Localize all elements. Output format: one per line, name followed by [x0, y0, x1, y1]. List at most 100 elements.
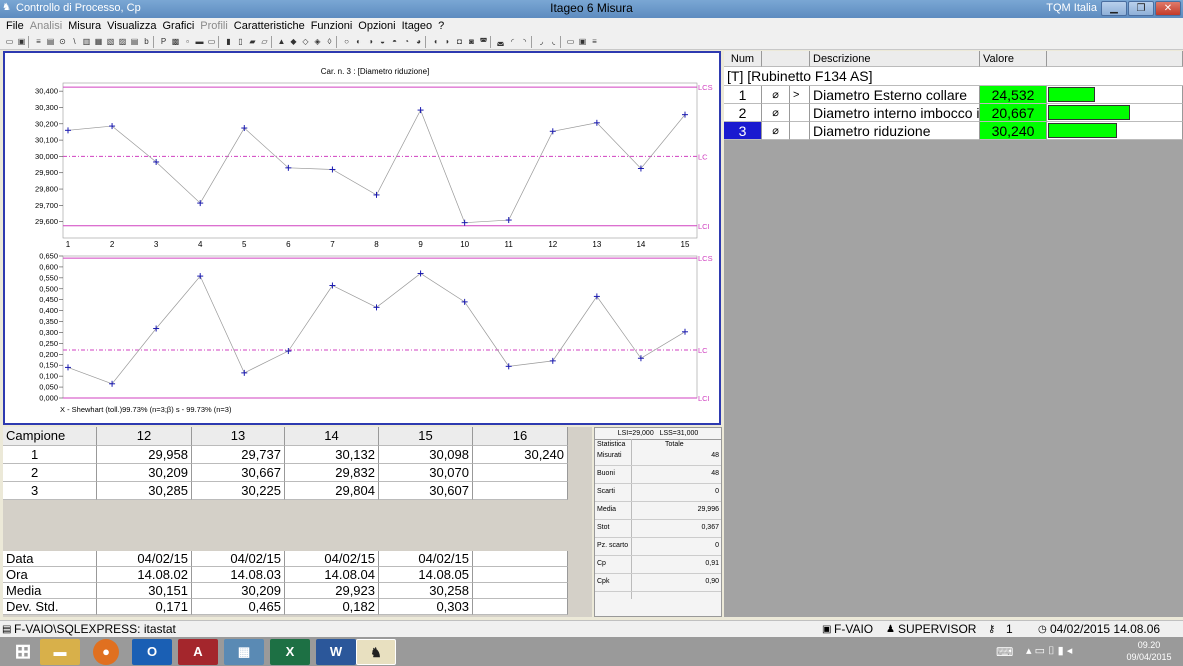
toolbar-icon-32[interactable]: ◔ [401, 36, 412, 47]
menu-opzioni[interactable]: Opzioni [358, 18, 395, 34]
grid-header-sample[interactable]: 12 [97, 427, 192, 446]
toolbar-icon-3[interactable]: ≡ [33, 36, 44, 47]
toolbar-icon-41[interactable]: ◝ [519, 36, 530, 47]
toolbar-icon-46[interactable]: ≡ [589, 36, 600, 47]
toolbar-icon-25[interactable]: ◈ [312, 36, 323, 47]
toolbar-icon-22[interactable]: ▲ [276, 36, 287, 47]
grid-cell[interactable]: 30,607 [379, 482, 473, 500]
toolbar-icon-30[interactable]: ◒ [377, 36, 388, 47]
outlook-icon[interactable]: O [132, 639, 172, 665]
menu-analisi[interactable]: Analisi [30, 18, 62, 34]
close-button[interactable]: ✕ [1155, 1, 1181, 16]
grid-cell[interactable]: 30,225 [192, 482, 285, 500]
itageo-app-icon[interactable]: ♞ [356, 639, 396, 665]
toolbar-icon-15[interactable]: ▫ [182, 36, 193, 47]
feature-description[interactable]: Diametro Esterno collare [810, 86, 980, 104]
menu-help[interactable]: ? [438, 18, 444, 34]
toolbar-icon-5[interactable]: ⊙ [57, 36, 68, 47]
grid-cell[interactable] [473, 482, 568, 500]
menu-grafici[interactable]: Grafici [162, 18, 194, 34]
data-point[interactable] [682, 328, 688, 335]
toolbar-icon-40[interactable]: ◜ [507, 36, 518, 47]
toolbar-icon-24[interactable]: ◇ [300, 36, 311, 47]
feature-value[interactable]: 30,240 [980, 122, 1047, 140]
toolbar-icon-7[interactable]: ▥ [81, 36, 92, 47]
toolbar-icon-29[interactable]: ◑ [365, 36, 376, 47]
toolbar-icon-35[interactable]: ◗ [442, 36, 453, 47]
menu-visualizza[interactable]: Visualizza [107, 18, 156, 34]
calculator-icon[interactable]: ▦ [224, 639, 264, 665]
toolbar-icon-27[interactable]: ○ [341, 36, 352, 47]
grid-header-sample[interactable]: 16 [473, 427, 568, 446]
toolbar-icon-14[interactable]: ▩ [170, 36, 181, 47]
toolbar-icon-20[interactable]: ▰ [247, 36, 258, 47]
grid-cell[interactable]: 30,070 [379, 464, 473, 482]
feature-value[interactable]: 24,532 [980, 86, 1047, 104]
col-header-descrizione[interactable]: Descrizione [810, 51, 980, 67]
data-point[interactable] [329, 282, 336, 289]
data-point[interactable] [417, 107, 424, 114]
toolbar-icon-6[interactable]: \ [69, 36, 80, 47]
toolbar-icon-16[interactable]: ▬ [194, 36, 205, 47]
toolbar-icon-45[interactable]: ▣ [577, 36, 588, 47]
toolbar-icon-31[interactable]: ◓ [389, 36, 400, 47]
grid-header-sample[interactable]: 13 [192, 427, 285, 446]
toolbar-icon-9[interactable]: ▧ [105, 36, 116, 47]
grid-header-sample[interactable]: 15 [379, 427, 473, 446]
maximize-button[interactable]: ❐ [1128, 1, 1154, 16]
menu-itageo[interactable]: Itageo [402, 18, 433, 34]
data-point[interactable] [505, 363, 512, 370]
toolbar-icon-26[interactable]: ◊ [324, 36, 335, 47]
data-point[interactable] [65, 127, 71, 134]
grid-cell[interactable] [473, 464, 568, 482]
toolbar-icon-44[interactable]: ▭ [565, 36, 576, 47]
minimize-button[interactable]: ▁ [1101, 1, 1127, 16]
data-point[interactable] [549, 357, 556, 364]
toolbar-icon-43[interactable]: ◟ [548, 36, 559, 47]
toolbar-icon-11[interactable]: ▤ [129, 36, 140, 47]
feature-description[interactable]: Diametro interno imbocco ir [810, 104, 980, 122]
feature-num[interactable]: 2 [724, 104, 762, 122]
grid-cell[interactable]: 30,667 [192, 464, 285, 482]
col-header-num[interactable]: Num [724, 51, 762, 67]
toolbar-icon-39[interactable]: ◛ [495, 36, 506, 47]
grid-cell[interactable]: 29,737 [192, 446, 285, 464]
toolbar-icon-36[interactable]: ◘ [454, 36, 465, 47]
toolbar-icon-18[interactable]: ▮ [223, 36, 234, 47]
toolbar-icon-4[interactable]: ▤ [45, 36, 56, 47]
data-point[interactable] [549, 128, 556, 135]
toolbar-icon-38[interactable]: ◚ [478, 36, 489, 47]
grid-cell[interactable]: 30,240 [473, 446, 568, 464]
grid-cell[interactable]: 29,832 [285, 464, 379, 482]
grid-cell[interactable]: 30,285 [97, 482, 192, 500]
explorer-icon[interactable]: ▬ [40, 639, 80, 665]
toolbar-icon-42[interactable]: ◞ [536, 36, 547, 47]
clock[interactable]: 09.20 09/04/2015 [1120, 639, 1178, 663]
data-point[interactable] [593, 293, 600, 300]
start-button[interactable]: ⊞ [2, 639, 44, 665]
data-point[interactable] [65, 364, 71, 371]
data-point[interactable] [417, 270, 424, 277]
menu-caratteristiche[interactable]: Caratteristiche [234, 18, 305, 34]
data-point[interactable] [637, 355, 644, 362]
feature-num[interactable]: 3 [724, 122, 762, 140]
word-icon[interactable]: W [316, 639, 356, 665]
toolbar-icon-17[interactable]: ▭ [206, 36, 217, 47]
data-point[interactable] [329, 166, 336, 173]
feature-num[interactable]: 1 [724, 86, 762, 104]
data-point[interactable] [505, 217, 512, 224]
grid-cell[interactable]: 29,958 [97, 446, 192, 464]
col-header-valore[interactable]: Valore [980, 51, 1047, 67]
data-point[interactable] [461, 219, 468, 226]
toolbar-icon-19[interactable]: ▯ [235, 36, 246, 47]
toolbar-icon-8[interactable]: ▦ [93, 36, 104, 47]
toolbar-icon-2[interactable]: ▣ [16, 36, 27, 47]
data-point[interactable] [285, 348, 292, 355]
menu-funzioni[interactable]: Funzioni [311, 18, 353, 34]
feature-description[interactable]: Diametro riduzione [810, 122, 980, 140]
data-point[interactable] [373, 304, 380, 311]
toolbar-icon-21[interactable]: ▱ [259, 36, 270, 47]
grid-header-sample[interactable]: 14 [285, 427, 379, 446]
data-point[interactable] [461, 298, 468, 305]
menu-file[interactable]: File [6, 18, 24, 34]
